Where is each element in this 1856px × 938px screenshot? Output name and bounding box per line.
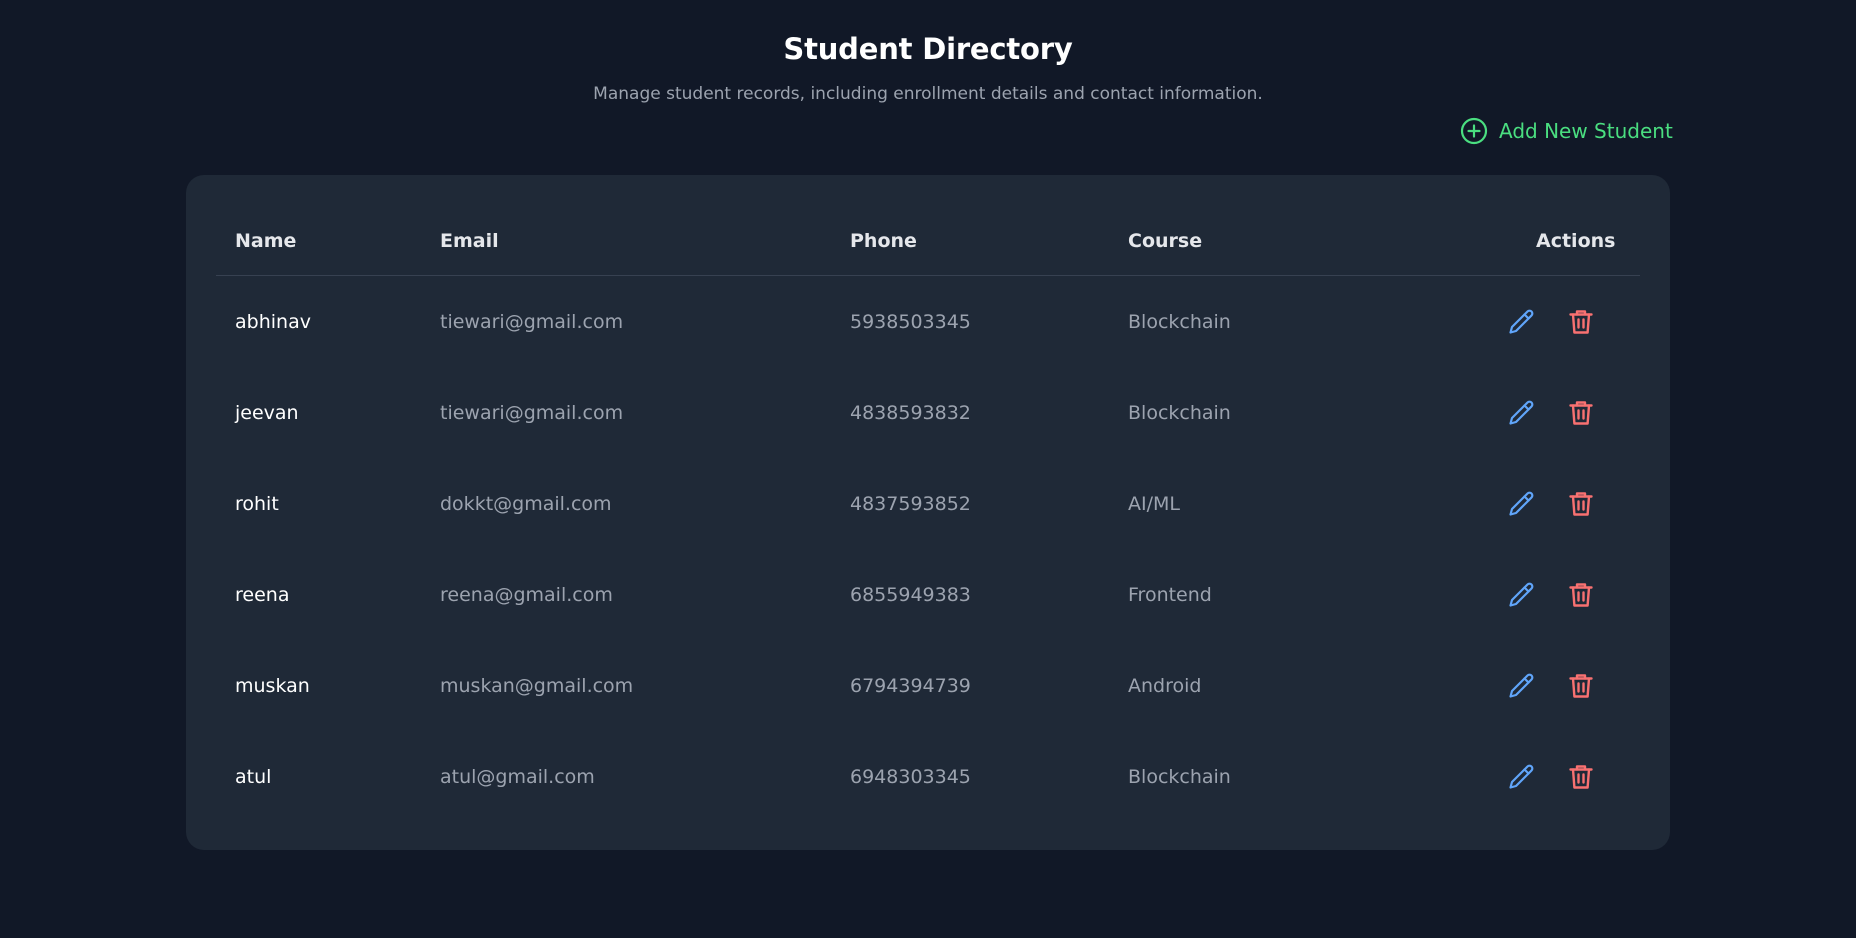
row-actions (1506, 367, 1596, 458)
table-row: atul atul@gmail.com 6948303345 Blockchain (216, 731, 1640, 822)
row-actions (1506, 458, 1596, 549)
cell-email: atul@gmail.com (440, 765, 595, 788)
edit-button[interactable] (1506, 580, 1536, 610)
column-header-email: Email (440, 229, 499, 252)
cell-phone: 6948303345 (850, 765, 971, 788)
cell-phone: 5938503345 (850, 310, 971, 333)
page-title: Student Directory (783, 32, 1073, 66)
page-subtitle: Manage student records, including enroll… (593, 84, 1263, 104)
cell-name: jeevan (235, 401, 299, 424)
cell-email: tiewari@gmail.com (440, 401, 624, 424)
column-header-phone: Phone (850, 229, 917, 252)
delete-button[interactable] (1566, 489, 1596, 519)
column-header-actions: Actions (1536, 229, 1616, 252)
cell-name: atul (235, 765, 272, 788)
cell-name: muskan (235, 674, 310, 697)
cell-email: tiewari@gmail.com (440, 310, 624, 333)
cell-phone: 4838593832 (850, 401, 971, 424)
cell-name: rohit (235, 492, 279, 515)
row-actions (1506, 731, 1596, 822)
cell-email: reena@gmail.com (440, 583, 613, 606)
pencil-icon (1506, 762, 1536, 792)
pencil-icon (1506, 398, 1536, 428)
cell-course: Blockchain (1128, 401, 1231, 424)
trash-icon (1566, 580, 1596, 610)
cell-email: muskan@gmail.com (440, 674, 634, 697)
row-actions (1506, 640, 1596, 731)
column-header-name: Name (235, 229, 297, 252)
trash-icon (1566, 398, 1596, 428)
student-table: Name Email Phone Course Actions abhinav t… (186, 175, 1670, 850)
table-row: muskan muskan@gmail.com 6794394739 Android (216, 640, 1640, 731)
add-new-student-label: Add New Student (1499, 119, 1673, 143)
cell-course: Android (1128, 674, 1202, 697)
add-new-student-button[interactable]: Add New Student (1460, 114, 1673, 148)
edit-button[interactable] (1506, 671, 1536, 701)
delete-button[interactable] (1566, 671, 1596, 701)
edit-button[interactable] (1506, 398, 1536, 428)
table-row: reena reena@gmail.com 6855949383 Frontend (216, 549, 1640, 640)
cell-phone: 6855949383 (850, 583, 971, 606)
delete-button[interactable] (1566, 762, 1596, 792)
page: Student Directory Manage student records… (0, 0, 1856, 938)
row-actions (1506, 276, 1596, 367)
delete-button[interactable] (1566, 580, 1596, 610)
cell-name: abhinav (235, 310, 311, 333)
table-row: rohit dokkt@gmail.com 4837593852 AI/ML (216, 458, 1640, 549)
cell-name: reena (235, 583, 290, 606)
trash-icon (1566, 671, 1596, 701)
cell-course: Blockchain (1128, 310, 1231, 333)
trash-icon (1566, 307, 1596, 337)
cell-course: AI/ML (1128, 492, 1180, 515)
row-actions (1506, 549, 1596, 640)
delete-button[interactable] (1566, 307, 1596, 337)
plus-circle-icon (1460, 117, 1488, 145)
edit-button[interactable] (1506, 307, 1536, 337)
cell-phone: 4837593852 (850, 492, 971, 515)
trash-icon (1566, 489, 1596, 519)
table-row: abhinav tiewari@gmail.com 5938503345 Blockc… (216, 276, 1640, 367)
edit-button[interactable] (1506, 762, 1536, 792)
column-header-course: Course (1128, 229, 1203, 252)
cell-course: Frontend (1128, 583, 1212, 606)
cell-phone: 6794394739 (850, 674, 971, 697)
cell-course: Blockchain (1128, 765, 1231, 788)
trash-icon (1566, 762, 1596, 792)
pencil-icon (1506, 307, 1536, 337)
table-row: jeevan tiewari@gmail.com 4838593832 Blockch… (216, 367, 1640, 458)
pencil-icon (1506, 671, 1536, 701)
pencil-icon (1506, 580, 1536, 610)
edit-button[interactable] (1506, 489, 1536, 519)
delete-button[interactable] (1566, 398, 1596, 428)
table-header: Name Email Phone Course Actions (216, 205, 1640, 276)
cell-email: dokkt@gmail.com (440, 492, 612, 515)
pencil-icon (1506, 489, 1536, 519)
